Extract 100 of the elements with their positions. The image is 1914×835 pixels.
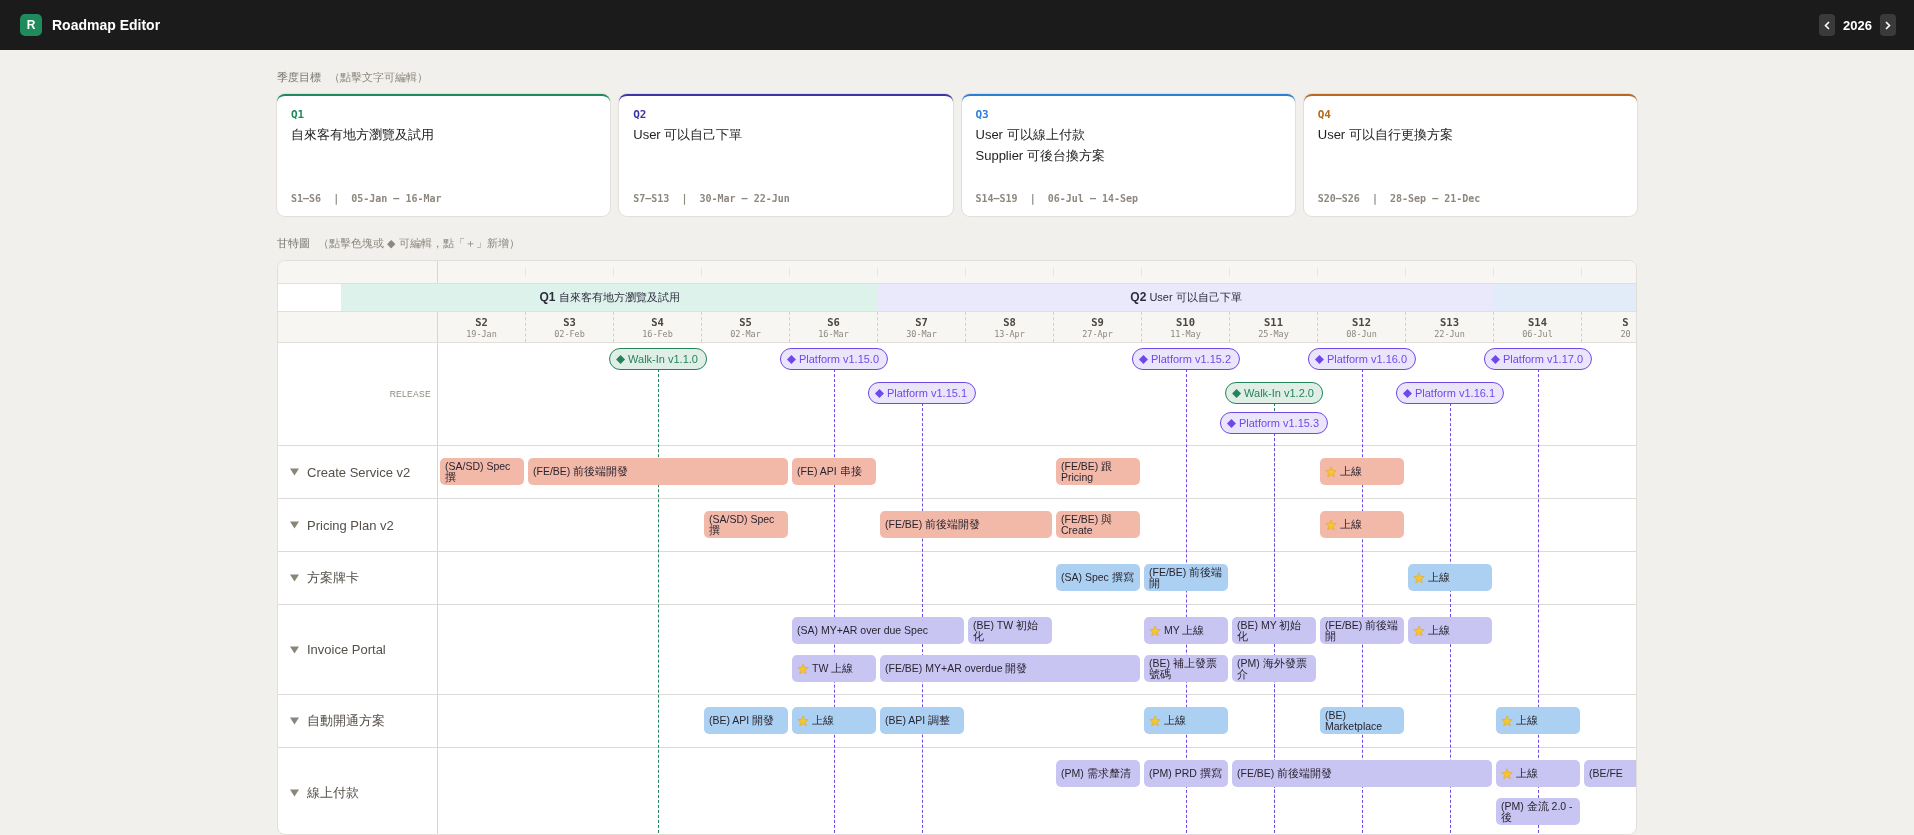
task-bar[interactable]: (SA) Spec 撰寫 [1056,564,1140,591]
project-name[interactable]: Create Service v2 [307,464,411,480]
quarter-goal-card[interactable]: Q3 User 可以線上付款 Supplier 可後台換方案 S14–S19 | 06-Jul – 14-Sep [961,94,1295,216]
caret-icon[interactable] [290,788,299,797]
task-bar[interactable]: (PM) 需求釐清 [1056,760,1140,787]
task-bar[interactable]: (PM) PRD 撰寫 [1144,760,1228,787]
quarter-goal-text[interactable]: User 可以自己下單 [633,126,743,144]
diamond-icon [1490,354,1500,364]
task-bar[interactable]: (PM) 金流 2.0 - 後 [1496,798,1580,825]
star-icon [1413,624,1425,637]
sprint-label: S6 [827,315,840,328]
task-bar[interactable]: 上線 [1408,617,1492,644]
project-name[interactable]: Pricing Plan v2 [307,517,394,533]
task-bar[interactable]: (FE/BE) 前後端開發 [528,458,788,485]
task-bar[interactable]: (BE) Marketplace [1320,707,1404,734]
sprint-date: 16-Mar [818,328,849,339]
sprint-date: 16-Feb [642,328,673,339]
release-tag[interactable]: Platform v1.15.1 [867,382,977,404]
quarter-goal-card[interactable]: Q2 User 可以自己下單 S7–S13 | 30-Mar – 22-Jun [619,94,953,216]
task-bar[interactable]: (SA/SD) Spec 撰 [440,458,524,485]
quarter-goal-text[interactable]: User 可以自行更換方案 [1317,126,1453,144]
task-bar[interactable]: MY 上線 [1144,617,1228,644]
project-name[interactable]: Invoice Portal [307,642,386,657]
year-label: 2026 [1843,17,1872,33]
task-bar[interactable]: 上線 [1496,707,1580,734]
diamond-icon [1314,354,1324,364]
quarter-goal-card[interactable]: Q1 自來客有地方瀏覽及試用 S1–S6 | 05-Jan – 16-Mar [277,94,611,216]
quarter-label: Q2 [633,108,647,121]
task-bar[interactable]: (BE/FE [1584,760,1636,787]
sprint-date: 25-May [1258,328,1289,339]
diamond-icon [616,354,626,364]
project-name[interactable]: 方案牌卡 [307,569,359,587]
release-tag[interactable]: Walk-In v1.1.0 [609,348,707,370]
release-tag[interactable]: Platform v1.15.2 [1131,348,1241,370]
section-title: 季度目標 [277,70,321,85]
quarter-goal-text[interactable]: User 可以線上付款 [975,126,1085,144]
task-bar[interactable]: (BE) API 開發 [704,707,788,734]
task-bar[interactable]: 上線 [1320,511,1404,538]
caret-icon[interactable] [290,468,299,476]
app-title: Roadmap Editor [52,17,161,33]
next-year-button[interactable] [1880,14,1896,36]
release-tag[interactable]: Walk-In v1.2.0 [1225,382,1323,404]
sprint-date: 30-Mar [906,328,937,339]
chevron-left-icon [1824,20,1831,30]
task-bar[interactable]: (BE) 補上發票號碼 [1144,655,1228,682]
sprint-date: 02-Mar [730,328,761,339]
project-name[interactable]: 自動開通方案 [307,712,385,730]
task-bar[interactable]: TW 上線 [792,655,876,682]
task-bar[interactable]: 上線 [1496,760,1580,787]
caret-icon[interactable] [290,521,299,529]
section-hint: （點擊文字可編輯） [329,70,428,85]
sprint-date: 08-Jun [1346,328,1377,339]
release-tag[interactable]: Platform v1.15.0 [779,348,889,370]
quarter-goal-text[interactable]: Supplier 可後台換方案 [975,147,1105,165]
task-bar[interactable]: (PM) 海外發票介 [1232,655,1316,682]
task-bar[interactable]: (FE/BE) 前後端開 [1144,564,1228,591]
task-bar[interactable]: 上線 [792,707,876,734]
release-tag[interactable]: Platform v1.17.0 [1483,348,1593,370]
quarter-range: S14–S19 | 06-Jul – 14-Sep [975,193,1139,204]
sprint-label: S14 [1528,315,1547,328]
sprint-label: S9 [1091,315,1104,328]
sprint-label: S8 [1003,315,1016,328]
quarter-range: S7–S13 | 30-Mar – 22-Jun [633,193,790,204]
sprint-date: 06-Jul [1522,328,1553,339]
task-bar[interactable]: 上線 [1144,707,1228,734]
quarter-goal-card[interactable]: Q4 User 可以自行更換方案 S20–S26 | 28-Sep – 21-Dec [1303,94,1637,216]
task-bar[interactable]: (FE/BE) 前後端開 [1320,617,1404,644]
sprint-date: 22-Jun [1434,328,1465,339]
caret-icon[interactable] [290,717,299,725]
task-bar[interactable]: (FE/BE) 前後端開發 [1232,760,1492,787]
project-name[interactable]: 線上付款 [307,783,359,802]
previous-year-button[interactable] [1819,14,1836,36]
quarter-label: Q1 [291,108,305,121]
task-bar[interactable]: (BE) API 調整 [880,707,964,734]
quarter-label: Q4 [1317,108,1331,121]
task-bar[interactable]: (FE) API 串接 [792,458,876,485]
task-bar[interactable]: (FE/BE) 前後端開發 [880,511,1052,538]
star-icon [797,714,809,727]
sprint-label: S12 [1352,315,1371,328]
task-bar[interactable]: (FE/BE) MY+AR overdue 開發 [880,655,1140,682]
quarter-goal-text[interactable]: 自來客有地方瀏覽及試用 [291,126,434,144]
task-bar[interactable]: (BE) MY 初始化 [1232,617,1316,644]
quarter-band-label: Q2 User 可以自己下單 [1130,290,1242,305]
task-bar[interactable]: (BE) TW 初始化 [968,617,1052,644]
star-icon [1325,518,1337,531]
task-bar[interactable]: 上線 [1320,458,1404,485]
release-tag[interactable]: Platform v1.16.1 [1395,382,1505,404]
task-bar[interactable]: (FE/BE) 跟 Pricing [1056,458,1140,485]
sprint-date: 27-Apr [1082,328,1113,339]
caret-icon[interactable] [290,645,299,654]
task-bar[interactable]: (SA) MY+AR over due Spec [792,617,964,644]
sprint-label: S3 [563,315,576,328]
task-bar[interactable]: (FE/BE) 與 Create [1056,511,1140,538]
task-bar[interactable]: (SA/SD) Spec 撰 [704,511,788,538]
release-tag[interactable]: Platform v1.15.3 [1219,412,1329,434]
caret-icon[interactable] [290,574,299,582]
diamond-icon [1402,388,1412,398]
release-tag[interactable]: Platform v1.16.0 [1307,348,1417,370]
task-bar[interactable]: 上線 [1408,564,1492,591]
star-icon [1149,714,1161,727]
